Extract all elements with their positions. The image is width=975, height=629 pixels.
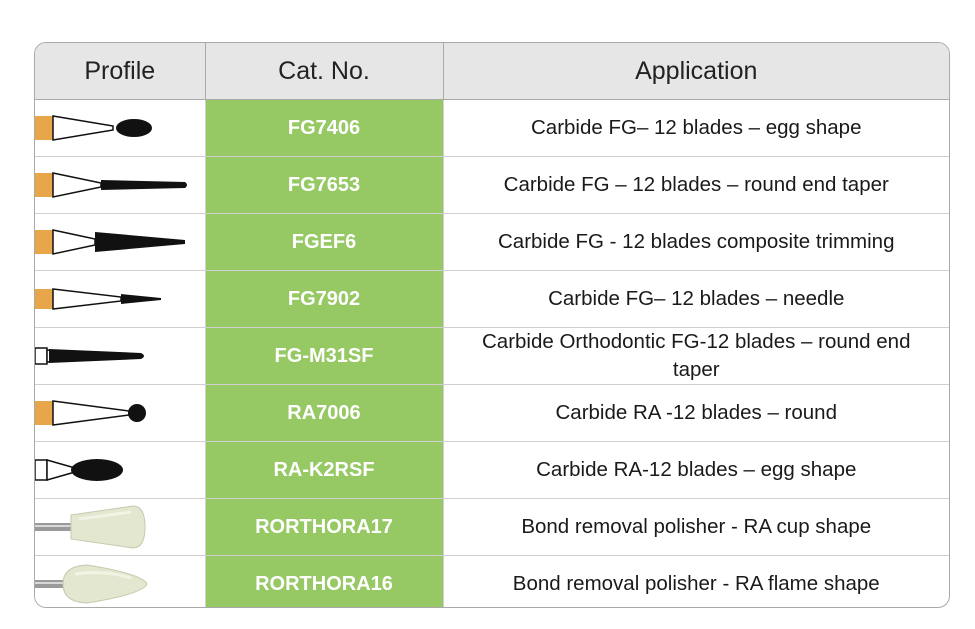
cat-no-cell: FG7406 (205, 99, 444, 157)
bur-egg-icon (35, 115, 152, 141)
bur-table: Profile Cat. No. Application FG7406 Carb… (35, 43, 949, 607)
bur-round-icon (35, 400, 146, 426)
header-application: Application (443, 43, 949, 100)
application-cell: Carbide RA-12 blades – egg shape (443, 441, 949, 499)
application-cell: Carbide Orthodontic FG-12 blades – round… (443, 327, 949, 385)
table-row: FG7902 Carbide FG– 12 blades – needle (35, 270, 949, 328)
cat-no-cell: FG-M31SF (205, 327, 444, 385)
profile-cell (35, 327, 206, 385)
table-row: RA-K2RSF Carbide RA-12 blades – egg shap… (35, 441, 949, 499)
table-row: FGEF6 Carbide FG - 12 blades composite t… (35, 213, 949, 271)
application-cell: Carbide FG – 12 blades – round end taper (443, 156, 949, 214)
cat-no-cell: RORTHORA17 (205, 498, 444, 556)
cat-no-cell: RA7006 (205, 384, 444, 442)
application-cell: Carbide RA -12 blades – round (443, 384, 949, 442)
bur-ra-egg-icon (35, 459, 123, 481)
profile-cell (35, 555, 206, 607)
cat-no-cell: RA-K2RSF (205, 441, 444, 499)
bur-composite-trimming-icon (35, 229, 185, 255)
profile-cell (35, 99, 206, 157)
table-row: RORTHORA17 Bond removal polisher - RA cu… (35, 498, 949, 556)
table-row: FG-M31SF Carbide Orthodontic FG-12 blade… (35, 327, 949, 385)
profile-cell (35, 156, 206, 214)
application-cell: Bond removal polisher - RA flame shape (512, 572, 880, 596)
bur-round-end-taper-icon (35, 172, 187, 198)
profile-cell (35, 498, 206, 556)
application-cell: Carbide FG - 12 blades composite trimmin… (443, 213, 949, 271)
cat-no-cell: FGEF6 (205, 213, 444, 271)
product-table: Profile Cat. No. Application FG7406 Carb… (34, 42, 950, 608)
application-cell: Carbide FG– 12 blades – egg shape (443, 99, 949, 157)
header-cat-no: Cat. No. (205, 43, 444, 100)
table-row: FG7406 Carbide FG– 12 blades – egg shape (35, 99, 949, 157)
cat-no-cell: FG7902 (205, 270, 444, 328)
header-row: Profile Cat. No. Application (35, 43, 949, 100)
cat-no-cell: FG7653 (205, 156, 444, 214)
table-row: RA7006 Carbide RA -12 blades – round (35, 384, 949, 442)
bur-orthodontic-taper-icon (35, 347, 144, 365)
application-cell: Bond removal polisher - RA cup shape (443, 498, 949, 556)
bur-needle-icon (35, 288, 161, 310)
profile-cell (35, 270, 206, 328)
header-profile: Profile (35, 43, 206, 100)
profile-cell (35, 213, 206, 271)
profile-cell (35, 384, 206, 442)
profile-cell (35, 441, 206, 499)
polisher-cup-icon (35, 505, 146, 549)
cat-no-cell: RORTHORA16 (205, 555, 444, 607)
application-cell: Carbide FG– 12 blades – needle (443, 270, 949, 328)
table-row: RORTHORA16 Bond removal polisher - RA fl… (35, 555, 949, 607)
table-row: FG7653 Carbide FG – 12 blades – round en… (35, 156, 949, 214)
polisher-flame-icon (35, 564, 148, 604)
